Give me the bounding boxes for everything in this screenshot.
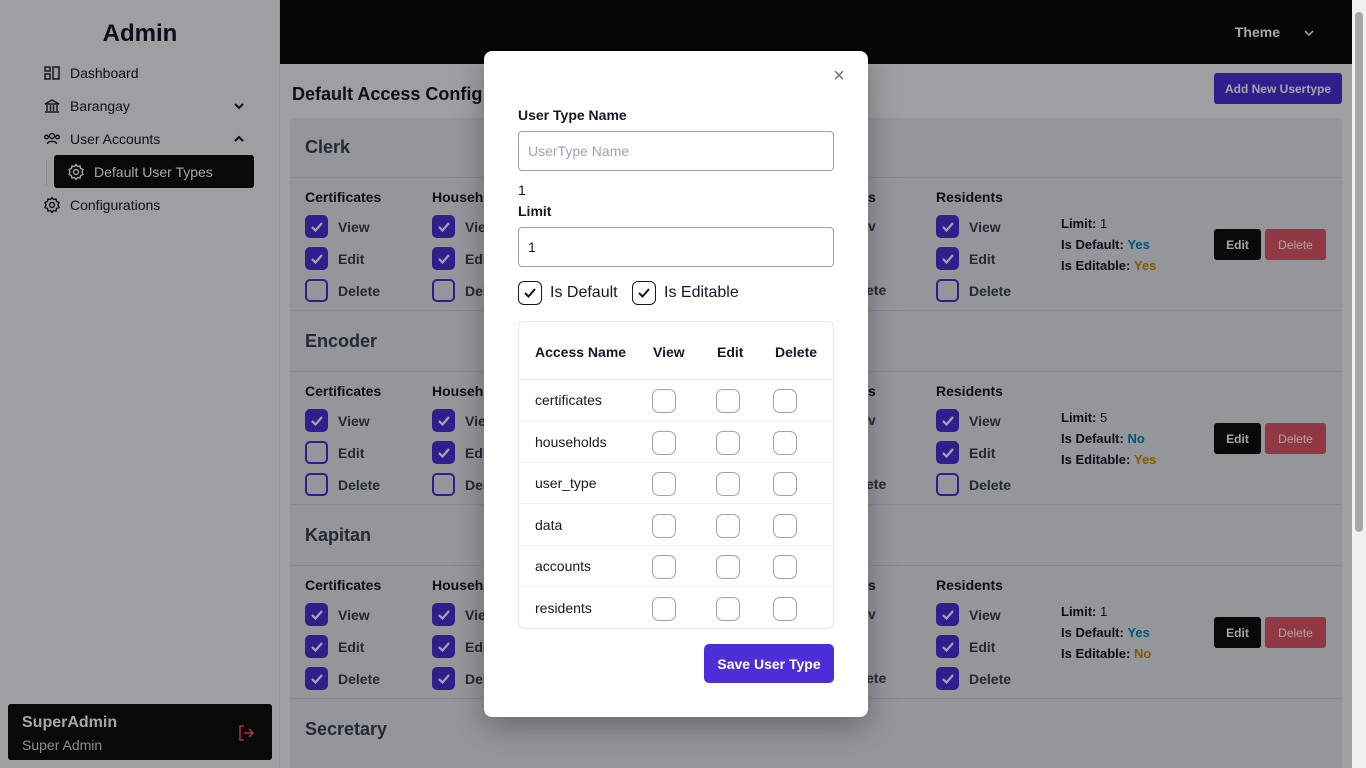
accounts-delete-checkbox[interactable] xyxy=(773,555,797,579)
certificates-delete-checkbox[interactable] xyxy=(773,389,797,413)
close-icon[interactable]: × xyxy=(830,66,848,86)
user_type-delete-checkbox[interactable] xyxy=(773,472,797,496)
households-delete-checkbox[interactable] xyxy=(773,430,797,455)
data-edit-checkbox[interactable] xyxy=(716,513,740,538)
data-delete-checkbox[interactable] xyxy=(773,513,797,538)
access-row: data xyxy=(519,505,833,546)
save-user-type-button[interactable]: Save User Type xyxy=(704,644,834,683)
residents-edit-checkbox[interactable] xyxy=(716,596,740,621)
access-name: data xyxy=(535,516,563,533)
header-delete: Delete xyxy=(775,344,818,360)
access-name: households xyxy=(535,433,607,450)
households-edit-checkbox[interactable] xyxy=(716,430,740,455)
user-type-name-label: User Type Name xyxy=(518,107,627,123)
user-type-name-input[interactable] xyxy=(518,131,834,171)
residents-delete-checkbox[interactable] xyxy=(773,596,797,621)
accounts-edit-checkbox[interactable] xyxy=(716,555,740,579)
data-view-checkbox[interactable] xyxy=(652,513,676,538)
residents-view-checkbox[interactable] xyxy=(652,596,676,621)
header-view: View xyxy=(653,344,685,360)
user-type-modal: × User Type Name 1 Limit Is Default Is E… xyxy=(484,51,868,717)
access-name: certificates xyxy=(535,392,602,408)
access-name: residents xyxy=(535,599,592,616)
certificates-edit-checkbox[interactable] xyxy=(716,389,740,413)
certificates-view-checkbox[interactable] xyxy=(652,389,676,413)
checkbox-box[interactable] xyxy=(632,281,656,305)
user_type-edit-checkbox[interactable] xyxy=(716,472,740,496)
checkbox-box[interactable] xyxy=(518,281,542,305)
is-default-checkbox[interactable]: Is Default xyxy=(518,281,618,305)
access-row: certificates xyxy=(519,380,833,421)
limit-input[interactable] xyxy=(518,227,834,267)
access-row: households xyxy=(519,422,833,463)
is-editable-label: Is Editable xyxy=(664,284,739,301)
scrollbar-thumb[interactable] xyxy=(1355,12,1363,532)
is-default-label: Is Default xyxy=(550,284,618,301)
access-table: Access Name View Edit Delete certificate… xyxy=(518,321,834,629)
access-row: accounts xyxy=(519,546,833,587)
access-name: user_type xyxy=(535,475,597,491)
access-name: accounts xyxy=(535,558,592,574)
limit-display: 1 xyxy=(518,182,526,198)
check-icon xyxy=(638,288,650,298)
accounts-view-checkbox[interactable] xyxy=(652,555,676,579)
scrollbar[interactable] xyxy=(1352,0,1366,768)
access-row: residents xyxy=(519,588,833,628)
limit-label: Limit xyxy=(518,203,552,219)
is-editable-checkbox[interactable]: Is Editable xyxy=(632,281,739,305)
access-table-header: Access Name View Edit Delete xyxy=(519,322,833,380)
access-row: user_type xyxy=(519,463,833,504)
check-icon xyxy=(524,288,536,298)
households-view-checkbox[interactable] xyxy=(652,430,676,455)
user_type-view-checkbox[interactable] xyxy=(652,472,676,496)
header-access-name: Access Name xyxy=(535,344,627,360)
header-edit: Edit xyxy=(717,344,744,360)
